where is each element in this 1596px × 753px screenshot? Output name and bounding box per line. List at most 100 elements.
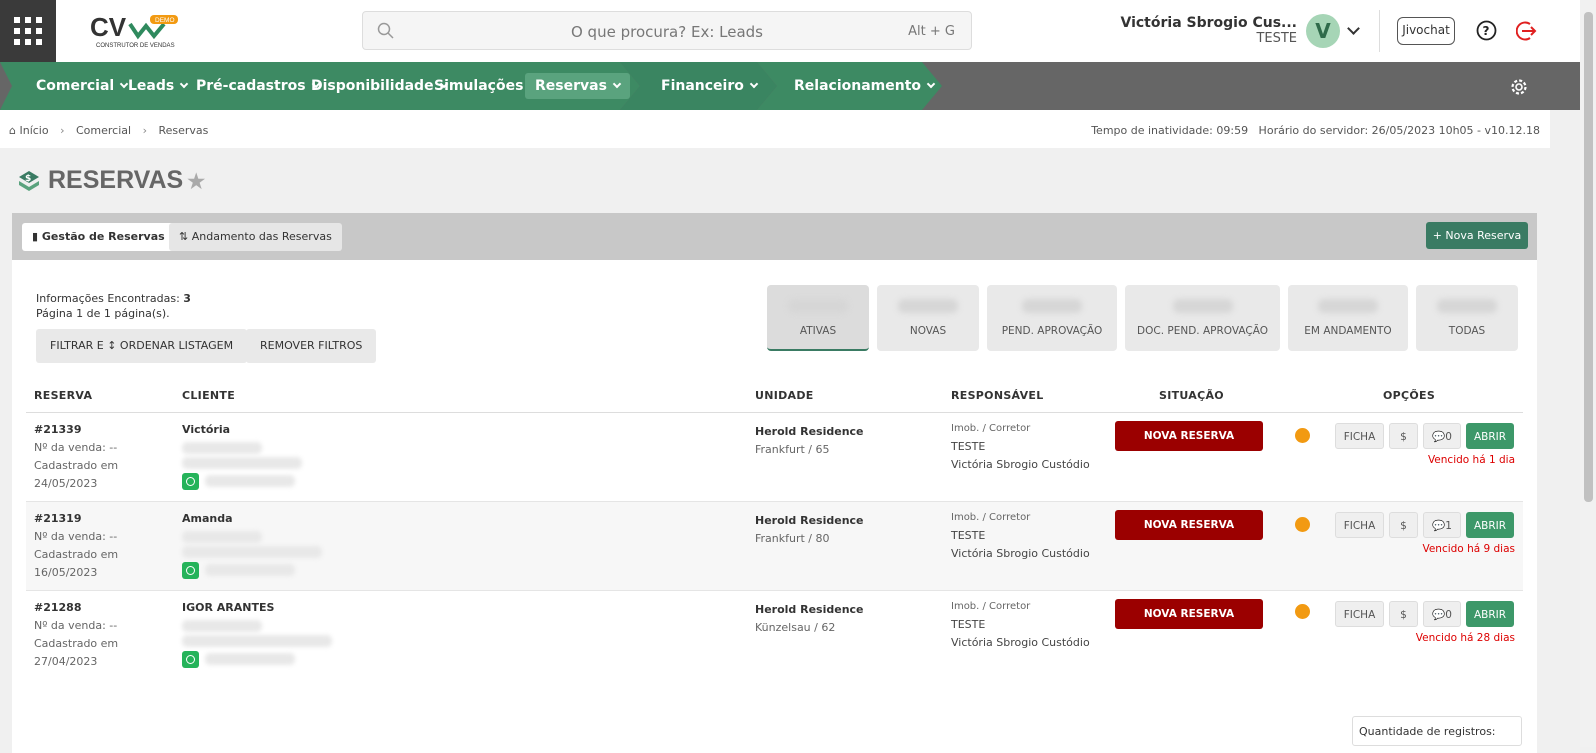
client-name: IGOR ARANTES xyxy=(182,601,275,614)
breadcrumb-inicio[interactable]: Início xyxy=(19,124,48,137)
svg-text:?: ? xyxy=(1483,24,1490,38)
user-info[interactable]: Victória Sbrogio Cus... TESTE xyxy=(1121,15,1298,46)
breadcrumb-comercial[interactable]: Comercial xyxy=(76,124,131,137)
comments-button[interactable]: 💬1 xyxy=(1423,512,1461,538)
ficha-button[interactable]: FICHA xyxy=(1335,512,1384,538)
client-name: Amanda xyxy=(182,512,233,525)
status-dot xyxy=(1295,517,1310,532)
gear-icon[interactable] xyxy=(1510,78,1528,96)
status-badge: NOVA RESERVA xyxy=(1115,599,1263,629)
nav-comercial[interactable]: Comercial xyxy=(36,62,129,110)
status-tab-doc-pend[interactable]: DOC. PEND. APROVAÇÃO xyxy=(1125,285,1280,351)
home-icon: ⌂ xyxy=(9,124,16,137)
svg-text:$: $ xyxy=(25,174,31,184)
comments-button[interactable]: 💬0 xyxy=(1423,601,1461,627)
status-tab-em-andamento[interactable]: EM ANDAMENTO xyxy=(1288,285,1408,351)
sort-icon: ⇅ xyxy=(179,230,189,243)
chevron-down-icon[interactable] xyxy=(1347,22,1360,35)
status-badge: NOVA RESERVA xyxy=(1115,421,1263,451)
comment-icon: 💬 xyxy=(1432,520,1446,532)
whatsapp-icon[interactable] xyxy=(182,472,199,490)
new-reservation-button[interactable]: + Nova Reserva xyxy=(1426,222,1528,249)
table-row[interactable]: #21288 Nº da venda: -- Cadastrado em 27/… xyxy=(26,591,1523,680)
chevron-down-icon xyxy=(749,79,759,89)
scrollbar-thumb[interactable] xyxy=(1584,12,1593,502)
logo[interactable]: CV DEMO CONSTRUTOR DE VENDAS xyxy=(90,12,180,50)
reservation-id: #21288 xyxy=(34,601,82,614)
financial-button[interactable]: $ xyxy=(1389,512,1418,538)
ficha-button[interactable]: FICHA xyxy=(1335,601,1384,627)
reservation-id: #21319 xyxy=(34,512,82,525)
nav-reservas[interactable]: Reservas xyxy=(525,73,630,99)
favorite-star-icon[interactable]: ★ xyxy=(187,171,205,193)
nav-disponibilidade[interactable]: Disponibilidade xyxy=(311,62,448,110)
open-button[interactable]: ABRIR xyxy=(1466,423,1514,449)
remove-filters-button[interactable]: REMOVER FILTROS xyxy=(246,329,377,363)
table-row[interactable]: #21339 Nº da venda: -- Cadastrado em 24/… xyxy=(26,413,1523,502)
comment-icon: 💬 xyxy=(1432,431,1446,443)
logo-text: CV xyxy=(90,12,127,42)
status-tab-todas[interactable]: TODAS xyxy=(1416,285,1518,351)
unit-name: Herold Residence xyxy=(755,514,864,527)
due-text: Vencido há 9 dias xyxy=(1422,543,1515,555)
status-tab-pend-aprovacao[interactable]: PEND. APROVAÇÃO xyxy=(987,285,1117,351)
ficha-button[interactable]: FICHA xyxy=(1335,423,1384,449)
whatsapp-icon[interactable] xyxy=(182,650,199,668)
chevron-down-icon xyxy=(926,79,936,89)
table-row[interactable]: #21319 Nº da venda: -- Cadastrado em 16/… xyxy=(26,502,1523,591)
financial-button[interactable]: $ xyxy=(1389,423,1418,449)
nav-pre-cadastros[interactable]: Pré-cadastros xyxy=(196,62,320,110)
client-name: Victória xyxy=(182,423,231,436)
status-tab-ativas[interactable]: ATIVAS xyxy=(767,285,869,351)
col-situacao: SITUAÇÃO xyxy=(1159,389,1224,402)
search-shortcut: Alt + G xyxy=(908,24,955,39)
scrollbar[interactable] xyxy=(1580,0,1596,747)
unit-name: Herold Residence xyxy=(755,425,864,438)
results-count: 3 xyxy=(183,292,191,305)
top-bar: CV DEMO CONSTRUTOR DE VENDAS O que procu… xyxy=(0,0,1580,62)
user-org: TESTE xyxy=(1256,31,1297,46)
col-unidade: UNIDADE xyxy=(755,389,814,402)
records-quantity-select[interactable]: Quantidade de registros: xyxy=(1352,716,1522,746)
breadcrumb: ⌂ Início › Comercial › Reservas Tempo de… xyxy=(0,110,1550,148)
tab-gestao[interactable]: ▮ Gestão de Reservas xyxy=(22,223,175,251)
status-badge: NOVA RESERVA xyxy=(1115,510,1263,540)
filter-sort-button[interactable]: FILTRAR E ↕ ORDENAR LISTAGEM xyxy=(36,329,248,363)
chevron-down-icon xyxy=(179,79,189,89)
help-icon[interactable]: ? xyxy=(1476,20,1497,41)
search-input[interactable]: O que procura? Ex: Leads Alt + G xyxy=(362,11,972,50)
chevron-down-icon xyxy=(612,79,622,89)
whatsapp-icon[interactable] xyxy=(182,561,199,579)
logo-subtitle: CONSTRUTOR DE VENDAS xyxy=(96,43,175,49)
reservations-panel: ▮ Gestão de Reservas ⇅ Andamento das Res… xyxy=(12,213,1537,753)
reservation-icon: $ xyxy=(19,171,39,191)
apps-grid-icon[interactable] xyxy=(0,0,56,62)
bookmark-icon: ▮ xyxy=(32,230,39,243)
col-reserva: RESERVA xyxy=(34,389,93,402)
due-text: Vencido há 1 dia xyxy=(1427,454,1515,466)
unit-name: Herold Residence xyxy=(755,603,864,616)
user-name: Victória Sbrogio Cus... xyxy=(1120,15,1298,31)
search-placeholder: O que procura? Ex: Leads xyxy=(570,23,763,41)
chevron-right-icon: › xyxy=(142,124,147,137)
avatar[interactable]: V xyxy=(1306,14,1340,48)
financial-button[interactable]: $ xyxy=(1389,601,1418,627)
nav-simulacoes[interactable]: Simulações xyxy=(434,62,538,110)
tab-andamento[interactable]: ⇅ Andamento das Reservas xyxy=(169,223,342,251)
table-header: RESERVA CLIENTE UNIDADE RESPONSÁVEL SITU… xyxy=(26,381,1523,413)
nav-leads[interactable]: Leads xyxy=(128,62,189,110)
divider xyxy=(1379,10,1380,52)
nav-relacionamento[interactable]: Relacionamento xyxy=(794,62,936,110)
jivochat-button[interactable]: Jivochat xyxy=(1397,17,1455,45)
comments-button[interactable]: 💬0 xyxy=(1423,423,1461,449)
status-tab-novas[interactable]: NOVAS xyxy=(877,285,979,351)
reservation-id: #21339 xyxy=(34,423,82,436)
page-title: $ RESERVAS ★ xyxy=(18,166,205,195)
status-dot xyxy=(1295,604,1310,619)
open-button[interactable]: ABRIR xyxy=(1466,512,1514,538)
results-info: Informações Encontradas: 3 Página 1 de 1… xyxy=(36,292,191,320)
logout-icon[interactable] xyxy=(1516,20,1538,42)
open-button[interactable]: ABRIR xyxy=(1466,601,1514,627)
status-dot xyxy=(1295,428,1310,443)
nav-financeiro[interactable]: Financeiro xyxy=(661,62,759,110)
